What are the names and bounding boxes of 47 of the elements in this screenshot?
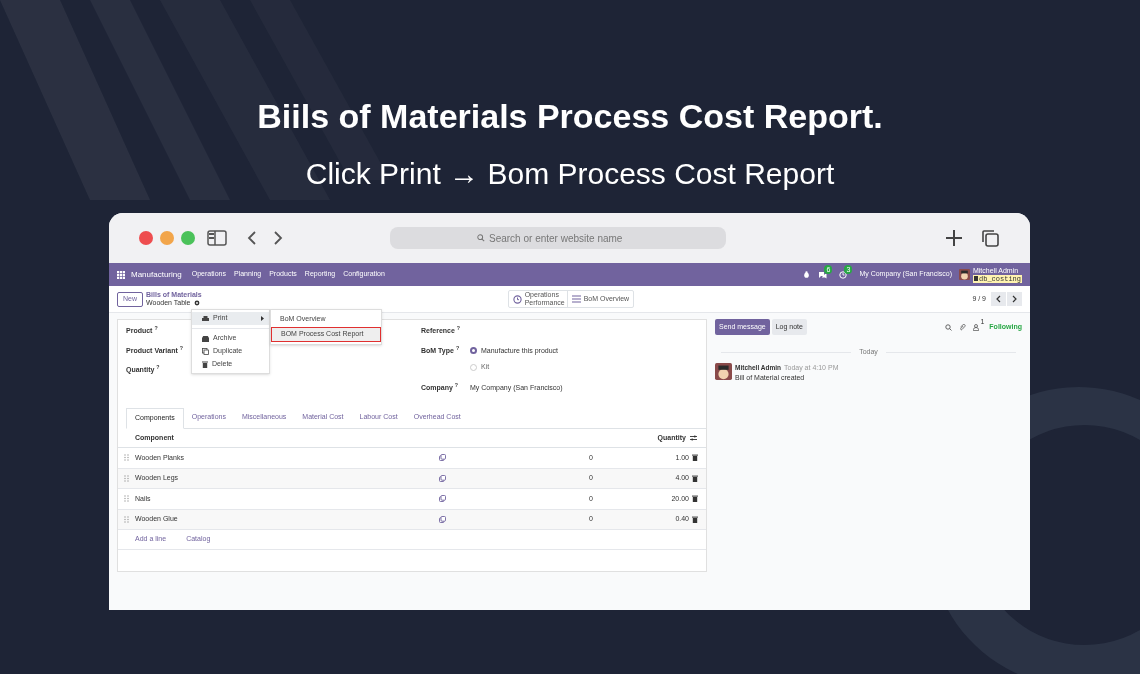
plus-icon[interactable] <box>945 229 963 247</box>
trash-icon[interactable] <box>692 454 698 462</box>
address-field[interactable]: Search or enter website name <box>489 230 639 246</box>
chevron-left-icon <box>996 295 1001 303</box>
subheadline: Click Print → Bom Process Cost Report <box>305 156 835 192</box>
trash-icon[interactable] <box>692 495 698 503</box>
printer-icon <box>202 315 209 322</box>
previous-button[interactable] <box>991 292 1006 306</box>
avatar-icon <box>715 362 732 380</box>
avatar-icon <box>959 269 970 280</box>
copy-icon <box>202 348 209 355</box>
drag-handle-icon[interactable] <box>124 495 129 503</box>
sidebar-icon[interactable] <box>207 230 227 246</box>
address-bar[interactable]: Search or enter website name <box>390 227 726 249</box>
trash-icon[interactable] <box>692 474 698 482</box>
copy-icon[interactable] <box>439 474 446 482</box>
search-icon[interactable] <box>945 323 953 331</box>
caret-icon <box>261 316 264 321</box>
copy-icon[interactable] <box>439 495 446 503</box>
chevron-right-icon <box>1012 295 1017 303</box>
inbox-icon <box>202 335 209 342</box>
back-icon[interactable] <box>247 230 257 246</box>
database-icon <box>974 276 978 281</box>
trash-icon <box>202 361 208 368</box>
list-icon <box>571 295 581 303</box>
paperclip-icon[interactable] <box>959 323 967 331</box>
copy-icon[interactable] <box>439 515 446 523</box>
copy-icon[interactable] <box>439 454 446 462</box>
drag-handle-icon[interactable] <box>124 474 129 482</box>
gear-icon[interactable] <box>193 300 200 306</box>
settings-toggle-icon[interactable] <box>690 435 697 441</box>
apps-icon[interactable] <box>117 270 125 279</box>
radio-button[interactable] <box>470 347 477 355</box>
close-button[interactable] <box>139 231 153 245</box>
forward-icon[interactable] <box>273 230 283 246</box>
app-name[interactable]: Manufacturing <box>131 268 182 281</box>
trash-icon[interactable] <box>692 515 698 523</box>
chat-icon[interactable] <box>818 270 828 279</box>
search-icon <box>477 234 485 242</box>
drag-handle-icon[interactable] <box>124 515 129 523</box>
clock-icon[interactable] <box>839 270 848 279</box>
drag-handle-icon[interactable] <box>124 454 129 462</box>
headline: Biils of Materials Process Cost Report. <box>257 96 883 136</box>
tabs-icon[interactable] <box>981 229 999 247</box>
clock-icon <box>512 294 522 304</box>
next-button[interactable] <box>1007 292 1022 306</box>
person-icon[interactable] <box>973 323 980 331</box>
